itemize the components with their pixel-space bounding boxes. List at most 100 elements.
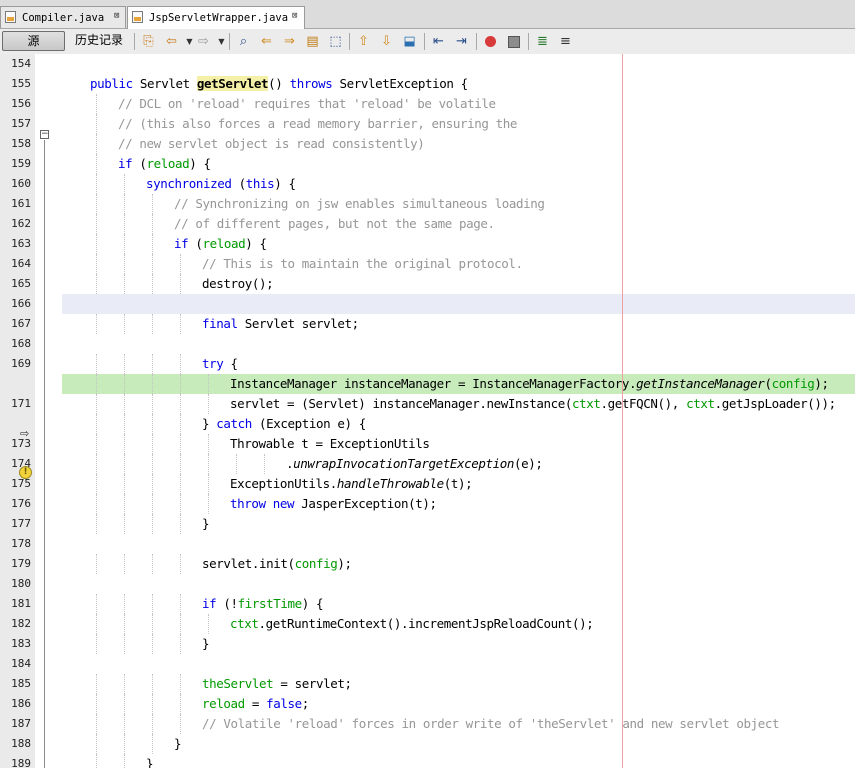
indent-guide — [124, 374, 125, 394]
code-token: ( — [231, 176, 247, 191]
code-line[interactable]: 177} — [0, 514, 855, 534]
code-line[interactable]: 159 if (reload) { — [0, 154, 855, 174]
method-name-highlight: getServlet — [196, 76, 269, 91]
code-token: if — [174, 236, 189, 251]
code-line[interactable]: 169 try { — [0, 354, 855, 374]
code-line[interactable]: 165 destroy(); — [0, 274, 855, 294]
forward-icon[interactable]: ⇨ — [195, 33, 212, 50]
code-token: servlet = (Servlet) instanceManager.newI… — [230, 396, 573, 411]
code-line[interactable]: 154 — [0, 54, 855, 74]
code-line[interactable]: 179 servlet.init(config); — [0, 554, 855, 574]
close-tab-icon[interactable]: ⊠ — [292, 11, 297, 21]
code-line[interactable]: 168 — [0, 334, 855, 354]
tab-label: JspServletWrapper.java — [149, 12, 289, 24]
editor-toolbar: 源 历史记录 ⎘ ⇦ ▼ ⇨ ▼ ⌕ ⇐ ⇒ ▤ ⬚ ⇧ ⇩ ⬓ ⇤ ⇥ ≣ ≡ — [0, 29, 855, 55]
code-line[interactable]: 180 — [0, 574, 855, 594]
find-previous-icon[interactable]: ⇐ — [258, 33, 275, 50]
forward-dropdown-icon[interactable]: ▼ — [213, 33, 230, 50]
code-line[interactable]: 171 servlet = (Servlet) instanceManager.n… — [0, 394, 855, 414]
indent-guide — [180, 694, 181, 714]
history-view-button[interactable]: 历史记录 — [68, 31, 130, 51]
last-edit-icon[interactable]: ⎘ — [140, 33, 157, 50]
source-view-button[interactable]: 源 — [2, 31, 65, 51]
find-selection-icon[interactable]: ⌕ — [235, 33, 252, 50]
warning-bulb-icon[interactable]: ! — [19, 466, 32, 479]
line-number: 155 — [11, 77, 31, 90]
indent-guide — [96, 454, 97, 474]
code-editor[interactable]: 154 155 public Servlet getServlet() throws… — [0, 54, 855, 768]
code-token: ) { — [274, 176, 296, 191]
line-number: 158 — [11, 137, 31, 150]
indent-guide — [152, 354, 153, 374]
indent-guide — [96, 694, 97, 714]
code-line[interactable]: 184 — [0, 654, 855, 674]
code-token: synchronized — [146, 176, 232, 191]
code-line[interactable]: 182 ctxt.getRuntimeContext().incrementJsp… — [0, 614, 855, 634]
toggle-highlight-icon[interactable]: ▤ — [304, 33, 321, 50]
code-token: theServlet — [202, 676, 274, 691]
code-line[interactable]: 162 // of different pages, but not the sa… — [0, 214, 855, 234]
code-text: // This is to maintain the original prot… — [202, 254, 523, 274]
code-line[interactable]: 167 final Servlet servlet; — [0, 314, 855, 334]
code-line[interactable]: 185 theServlet = servlet; — [0, 674, 855, 694]
toggle-bookmark-icon[interactable]: ⬓ — [401, 33, 418, 50]
code-line[interactable]: 161 // Synchronizing on jsw enables simul… — [0, 194, 855, 214]
code-text: destroy(); — [202, 274, 274, 294]
indent-guide — [124, 234, 125, 254]
indent-guide — [152, 594, 153, 614]
indent-guide — [180, 634, 181, 654]
code-line[interactable]: 183} — [0, 634, 855, 654]
code-line[interactable]: } catch (Exception e) { — [0, 414, 855, 434]
code-line[interactable]: 158 // new servlet object is read consist… — [0, 134, 855, 154]
code-line[interactable]: 160 synchronized (this) { — [0, 174, 855, 194]
shift-left-icon[interactable]: ⇤ — [430, 33, 447, 50]
indent-guide — [124, 274, 125, 294]
tab-jspservletwrapper-java[interactable]: JspServletWrapper.java ⊠ — [127, 6, 305, 29]
indent-guide — [180, 514, 181, 534]
toggle-rect-selection-icon[interactable]: ⬚ — [327, 33, 344, 50]
comment-icon[interactable]: ≣ — [534, 33, 551, 50]
code-line[interactable]: 189} — [0, 754, 855, 768]
next-bookmark-icon[interactable]: ⇩ — [378, 33, 395, 50]
code-line[interactable]: InstanceManager instanceManager = Instan… — [0, 374, 855, 394]
code-line[interactable]: 174 .unwrapInvocationTargetException(e); — [0, 454, 855, 474]
editor-tab-bar: Compiler.java ⊠ JspServletWrapper.java ⊠ — [0, 0, 855, 29]
code-line[interactable]: 176 throw new JasperException(t); — [0, 494, 855, 514]
code-line[interactable]: 173 Throwable t = ExceptionUtils — [0, 434, 855, 454]
indent-guide — [124, 354, 125, 374]
code-line[interactable]: 163 if (reload) { — [0, 234, 855, 254]
previous-bookmark-icon[interactable]: ⇧ — [355, 33, 372, 50]
code-line[interactable]: 156 // DCL on 'reload' requires that 'rel… — [0, 94, 855, 114]
code-token: unwrapInvocationTargetException — [293, 456, 515, 471]
code-line[interactable]: 186 reload = false; — [0, 694, 855, 714]
close-tab-icon[interactable]: ⊠ — [114, 11, 119, 21]
code-token: config — [294, 556, 338, 571]
indent-guide — [180, 434, 181, 454]
code-line[interactable]: 166 — [0, 294, 855, 314]
start-macro-icon[interactable] — [482, 33, 499, 50]
code-line[interactable]: 164 // This is to maintain the original p… — [0, 254, 855, 274]
code-line[interactable]: 188} — [0, 734, 855, 754]
code-token: final — [202, 316, 238, 331]
code-line[interactable]: 178 — [0, 534, 855, 554]
code-line[interactable]: 187 // Volatile 'reload' forces in order … — [0, 714, 855, 734]
code-text: } catch (Exception e) { — [202, 414, 366, 434]
code-text: throw new JasperException(t); — [230, 494, 437, 514]
code-token: getInstanceManager — [636, 376, 765, 391]
fold-minus-icon[interactable]: − — [40, 130, 49, 139]
tab-compiler-java[interactable]: Compiler.java ⊠ — [0, 6, 126, 28]
uncomment-icon[interactable]: ≡ — [557, 33, 574, 50]
indent-guide — [96, 434, 97, 454]
indent-guide — [124, 714, 125, 734]
find-next-icon[interactable]: ⇒ — [281, 33, 298, 50]
shift-right-icon[interactable]: ⇥ — [453, 33, 470, 50]
indent-guide — [236, 454, 237, 474]
code-token: (! — [216, 596, 238, 611]
back-icon[interactable]: ⇦ — [163, 33, 180, 50]
code-line[interactable]: 155 public Servlet getServlet() throws Se… — [0, 74, 855, 94]
code-line[interactable]: 181 if (!firstTime) { — [0, 594, 855, 614]
code-line[interactable]: 157 // (this also forces a read memory ba… — [0, 114, 855, 134]
indent-guide — [96, 754, 97, 768]
code-line[interactable]: 175 ExceptionUtils.handleThrowable(t); — [0, 474, 855, 494]
stop-macro-icon[interactable] — [505, 33, 522, 50]
